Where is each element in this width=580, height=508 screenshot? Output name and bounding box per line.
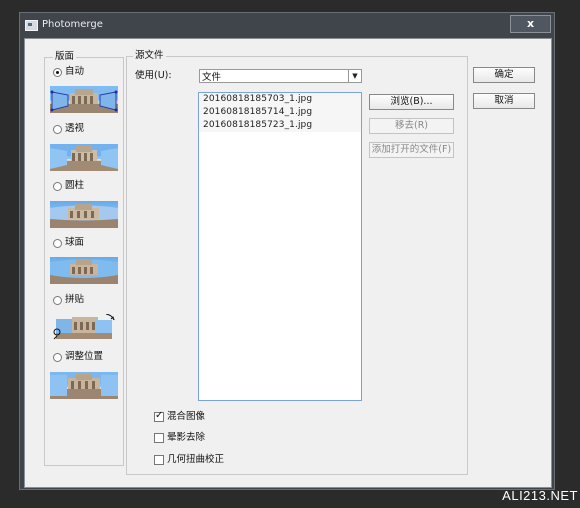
blend-images-checkbox[interactable] xyxy=(154,410,164,422)
geometric-distortion-checkbox-row[interactable]: 几何扭曲校正 xyxy=(154,454,224,466)
spherical-preview-image xyxy=(50,259,118,284)
file-list[interactable]: 20160818185703_1.jpg 20160818185714_1.jp… xyxy=(198,92,362,401)
radio-reposition-button[interactable] xyxy=(53,352,62,362)
radio-auto-button[interactable] xyxy=(53,67,62,77)
radio-perspective[interactable]: 透视 xyxy=(53,123,84,135)
radio-collage-button[interactable] xyxy=(53,295,62,305)
cylindrical-preview-image xyxy=(50,204,118,228)
radio-spherical-button[interactable] xyxy=(53,238,62,248)
cancel-button[interactable]: 取消 xyxy=(473,93,535,109)
radio-perspective-label: 透视 xyxy=(65,123,85,134)
photomerge-dialog: Photomerge x 版面 自动 透视 圆柱 球面 拼贴 调整位置 源文件 … xyxy=(19,12,555,490)
use-select[interactable]: 文件 ▼ xyxy=(199,69,362,83)
collage-preview-image xyxy=(53,314,115,340)
add-open-files-button[interactable]: 添加打开的文件(F) xyxy=(369,142,454,158)
perspective-thumbnail xyxy=(50,144,118,171)
reposition-thumbnail xyxy=(50,372,118,399)
blend-images-checkbox-row[interactable]: 混合图像 xyxy=(154,410,206,423)
radio-cylindrical[interactable]: 圆柱 xyxy=(53,180,84,192)
blend-images-label: 混合图像 xyxy=(167,411,206,422)
title-bar[interactable]: Photomerge x xyxy=(20,13,554,38)
collage-thumbnail xyxy=(50,314,118,341)
source-files-group: 源文件 使用(U): 文件 ▼ 20160818185703_1.jpg 201… xyxy=(126,50,468,475)
geometric-distortion-label: 几何扭曲校正 xyxy=(167,454,225,465)
auto-thumbnail xyxy=(50,86,118,113)
window-title: Photomerge xyxy=(42,19,103,30)
radio-auto-label: 自动 xyxy=(65,66,85,77)
radio-collage-label: 拼贴 xyxy=(65,294,85,305)
spherical-thumbnail xyxy=(50,257,118,284)
radio-perspective-button[interactable] xyxy=(53,124,62,134)
dialog-client-area: 版面 自动 透视 圆柱 球面 拼贴 调整位置 源文件 使用(U): 文件 ▼ 2… xyxy=(24,38,552,488)
reposition-preview-image xyxy=(50,372,118,399)
watermark-text: ALI213.NET xyxy=(502,488,578,503)
browse-button[interactable]: 浏览(B)... xyxy=(369,94,454,110)
vignette-removal-checkbox[interactable] xyxy=(154,433,164,443)
remove-button[interactable]: 移去(R) xyxy=(369,118,454,134)
use-select-value: 文件 xyxy=(202,72,222,83)
app-icon xyxy=(25,20,38,31)
perspective-preview-image xyxy=(50,144,118,171)
close-button[interactable]: x xyxy=(510,15,551,33)
radio-cylindrical-button[interactable] xyxy=(53,181,62,191)
cylindrical-thumbnail xyxy=(50,201,118,228)
source-files-group-title: 源文件 xyxy=(133,50,166,62)
radio-cylindrical-label: 圆柱 xyxy=(65,180,85,191)
radio-reposition[interactable]: 调整位置 xyxy=(53,351,103,363)
radio-spherical[interactable]: 球面 xyxy=(53,237,84,249)
radio-spherical-label: 球面 xyxy=(65,237,85,248)
chevron-down-icon[interactable]: ▼ xyxy=(348,70,361,82)
radio-auto[interactable]: 自动 xyxy=(53,66,84,78)
layout-group: 版面 自动 透视 圆柱 球面 拼贴 调整位置 xyxy=(44,51,124,466)
file-item[interactable]: 20160818185714_1.jpg xyxy=(199,106,361,119)
vignette-removal-label: 晕影去除 xyxy=(167,432,206,443)
use-label: 使用(U): xyxy=(135,70,172,81)
file-item[interactable]: 20160818185703_1.jpg xyxy=(199,93,361,106)
radio-collage[interactable]: 拼贴 xyxy=(53,294,84,306)
ok-button[interactable]: 确定 xyxy=(473,67,535,83)
auto-preview-image xyxy=(50,86,118,113)
layout-group-title: 版面 xyxy=(53,51,77,63)
file-item[interactable]: 20160818185723_1.jpg xyxy=(199,119,361,132)
vignette-removal-checkbox-row[interactable]: 晕影去除 xyxy=(154,432,205,444)
radio-reposition-label: 调整位置 xyxy=(65,351,104,362)
geometric-distortion-checkbox[interactable] xyxy=(154,455,164,465)
